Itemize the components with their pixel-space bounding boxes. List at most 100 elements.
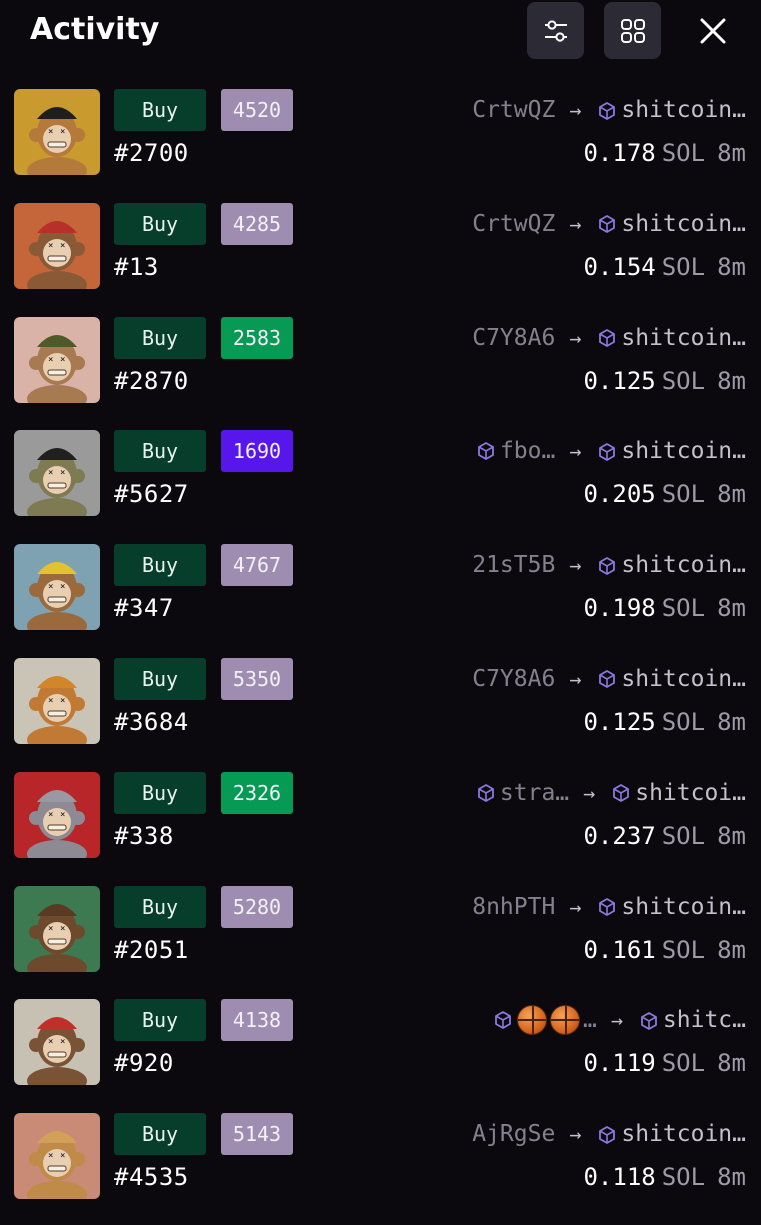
to-address[interactable]: shitc…	[639, 1007, 746, 1033]
from-address[interactable]: fbo…	[500, 438, 555, 464]
nft-thumbnail[interactable]: × ×	[14, 544, 100, 631]
transfer-route: 21sT5B → shitcoin…	[472, 548, 746, 582]
arrow-right-icon: →	[569, 553, 582, 578]
sale-price: 0.161 SOL 8m	[583, 936, 746, 964]
grid-view-button[interactable]	[604, 2, 661, 59]
nft-thumbnail[interactable]: × ×	[14, 999, 100, 1086]
token-number[interactable]: #4535	[114, 1163, 189, 1191]
token-number[interactable]: #2051	[114, 936, 189, 964]
to-address[interactable]: shitcoi…	[611, 780, 746, 806]
token-number[interactable]: #920	[114, 1049, 174, 1077]
arrow-right-icon: →	[569, 666, 582, 691]
activity-row[interactable]: × × Buy 5143 #4535 AjRgSe → shitcoin… 0.118 SOL 8m	[0, 1111, 761, 1225]
buy-badge: Buy	[114, 430, 206, 473]
svg-text:×: ×	[60, 810, 65, 820]
buy-badge: Buy	[114, 885, 206, 928]
nft-thumbnail[interactable]: × ×	[14, 885, 100, 972]
collection-cube-icon	[599, 898, 616, 916]
collection-cube-icon	[599, 670, 616, 689]
price-amount: 0.154	[583, 252, 656, 281]
nft-thumbnail[interactable]: × ×	[14, 202, 100, 289]
close-button[interactable]	[684, 2, 741, 59]
to-address[interactable]: shitcoin…	[597, 438, 746, 464]
nft-thumbnail[interactable]: × ×	[14, 316, 100, 403]
svg-text:×: ×	[60, 127, 65, 137]
activity-row[interactable]: × × Buy 2326 #338 stra… → shitcoi… 0.237 SOL 8m	[0, 770, 761, 884]
activity-row[interactable]: × × Buy 5350 #3684 C7Y8A6 → shitcoin… 0.125 SOL 8m	[0, 656, 761, 770]
buy-badge: Buy	[114, 657, 206, 700]
from-address[interactable]: stra…	[500, 780, 569, 806]
token-number[interactable]: #338	[114, 822, 174, 850]
from-address[interactable]: …	[583, 1007, 597, 1033]
token-number[interactable]: #2870	[114, 367, 189, 395]
rarity-rank-badge: 4520	[221, 89, 293, 131]
header: Activity	[0, 0, 761, 62]
to-address[interactable]: shitcoin…	[597, 552, 746, 578]
token-number[interactable]: #13	[114, 253, 159, 281]
grid-view-icon	[620, 18, 645, 43]
ape-avatar-image: × ×	[14, 544, 100, 631]
time-ago: 8m	[717, 139, 746, 167]
to-address[interactable]: shitcoin…	[597, 325, 746, 351]
svg-text:×: ×	[48, 1037, 53, 1047]
sale-price: 0.198 SOL 8m	[583, 594, 746, 622]
activity-row[interactable]: × × Buy 4138 #920… → shitc… 0.119 SOL 8m	[0, 997, 761, 1111]
collection-cube-icon	[495, 1011, 511, 1030]
time-ago: 8m	[717, 366, 746, 395]
price-unit: SOL	[661, 252, 706, 281]
activity-row[interactable]: × × Buy 4520 #2700 CrtwQZ → shitcoin… 0.178 SOL 8m	[0, 87, 761, 201]
token-number[interactable]: #3684	[114, 708, 189, 736]
activity-row[interactable]: × × Buy 5280 #2051 8nhPTH → shitcoin… 0.161 SOL 8m	[0, 884, 761, 998]
svg-text:×: ×	[48, 582, 53, 592]
collection-cube-icon	[613, 784, 630, 803]
buy-badge: Buy	[114, 771, 206, 814]
from-address[interactable]: 8nhPTH	[472, 894, 555, 920]
ape-avatar-image: × ×	[14, 1113, 100, 1200]
arrow-right-icon: →	[569, 894, 582, 919]
ape-avatar-image: × ×	[14, 771, 100, 858]
from-address[interactable]: 21sT5B	[472, 552, 555, 578]
nft-thumbnail[interactable]: × ×	[14, 430, 100, 517]
activity-row[interactable]: × × Buy 2583 #2870 C7Y8A6 → shitcoin… 0.125 SOL 8m	[0, 315, 761, 429]
to-address[interactable]: shitcoin…	[597, 211, 746, 237]
transfer-route: CrtwQZ → shitcoin…	[472, 93, 746, 127]
from-address[interactable]: C7Y8A6	[472, 666, 555, 692]
sale-price: 0.205 SOL 8m	[583, 480, 746, 508]
nft-thumbnail[interactable]: × ×	[14, 771, 100, 858]
filter-sliders-icon	[544, 19, 567, 42]
sale-price: 0.125 SOL 8m	[583, 367, 746, 395]
svg-text:×: ×	[60, 241, 65, 251]
rarity-rank-badge: 4767	[221, 544, 293, 587]
transfer-route: fbo… → shitcoin…	[476, 434, 746, 468]
from-address[interactable]: C7Y8A6	[472, 325, 555, 351]
rarity-rank-badge: 5350	[221, 657, 293, 700]
filter-button[interactable]	[527, 2, 584, 59]
to-address[interactable]: shitcoin…	[597, 666, 746, 692]
token-number[interactable]: #5627	[114, 480, 189, 508]
time-ago: 8m	[717, 252, 746, 281]
arrow-right-icon: →	[569, 98, 582, 122]
activity-row[interactable]: × × Buy 1690 #5627 fbo… → shitcoin… 0.205 SOL 8m	[0, 428, 761, 542]
activity-row[interactable]: × × Buy 4285 #13 CrtwQZ → shitcoin… 0.154 SOL 8m	[0, 201, 761, 315]
svg-text:×: ×	[48, 810, 53, 820]
page-title: Activity	[30, 12, 160, 47]
arrow-right-icon: →	[569, 439, 582, 464]
token-number[interactable]: #2700	[114, 139, 189, 167]
from-address[interactable]: AjRgSe	[472, 1121, 555, 1147]
price-amount: 0.118	[583, 1163, 656, 1192]
buy-badge: Buy	[114, 89, 206, 131]
nft-thumbnail[interactable]: × ×	[14, 89, 100, 175]
to-address[interactable]: shitcoin…	[597, 1121, 746, 1147]
to-address[interactable]: shitcoin…	[597, 894, 746, 920]
from-address[interactable]: CrtwQZ	[472, 211, 555, 237]
token-number[interactable]: #347	[114, 594, 174, 622]
from-address[interactable]: CrtwQZ	[472, 97, 555, 123]
collection-cube-icon	[599, 556, 616, 575]
activity-row[interactable]: × × Buy 4767 #347 21sT5B → shitcoin… 0.198 SOL 8m	[0, 542, 761, 656]
price-amount: 0.237	[583, 821, 656, 850]
nft-thumbnail[interactable]: × ×	[14, 657, 100, 744]
price-unit: SOL	[661, 707, 706, 736]
nft-thumbnail[interactable]: × ×	[14, 1113, 100, 1200]
to-address[interactable]: shitcoin…	[597, 97, 746, 123]
sale-price: 0.119 SOL 8m	[583, 1049, 746, 1077]
